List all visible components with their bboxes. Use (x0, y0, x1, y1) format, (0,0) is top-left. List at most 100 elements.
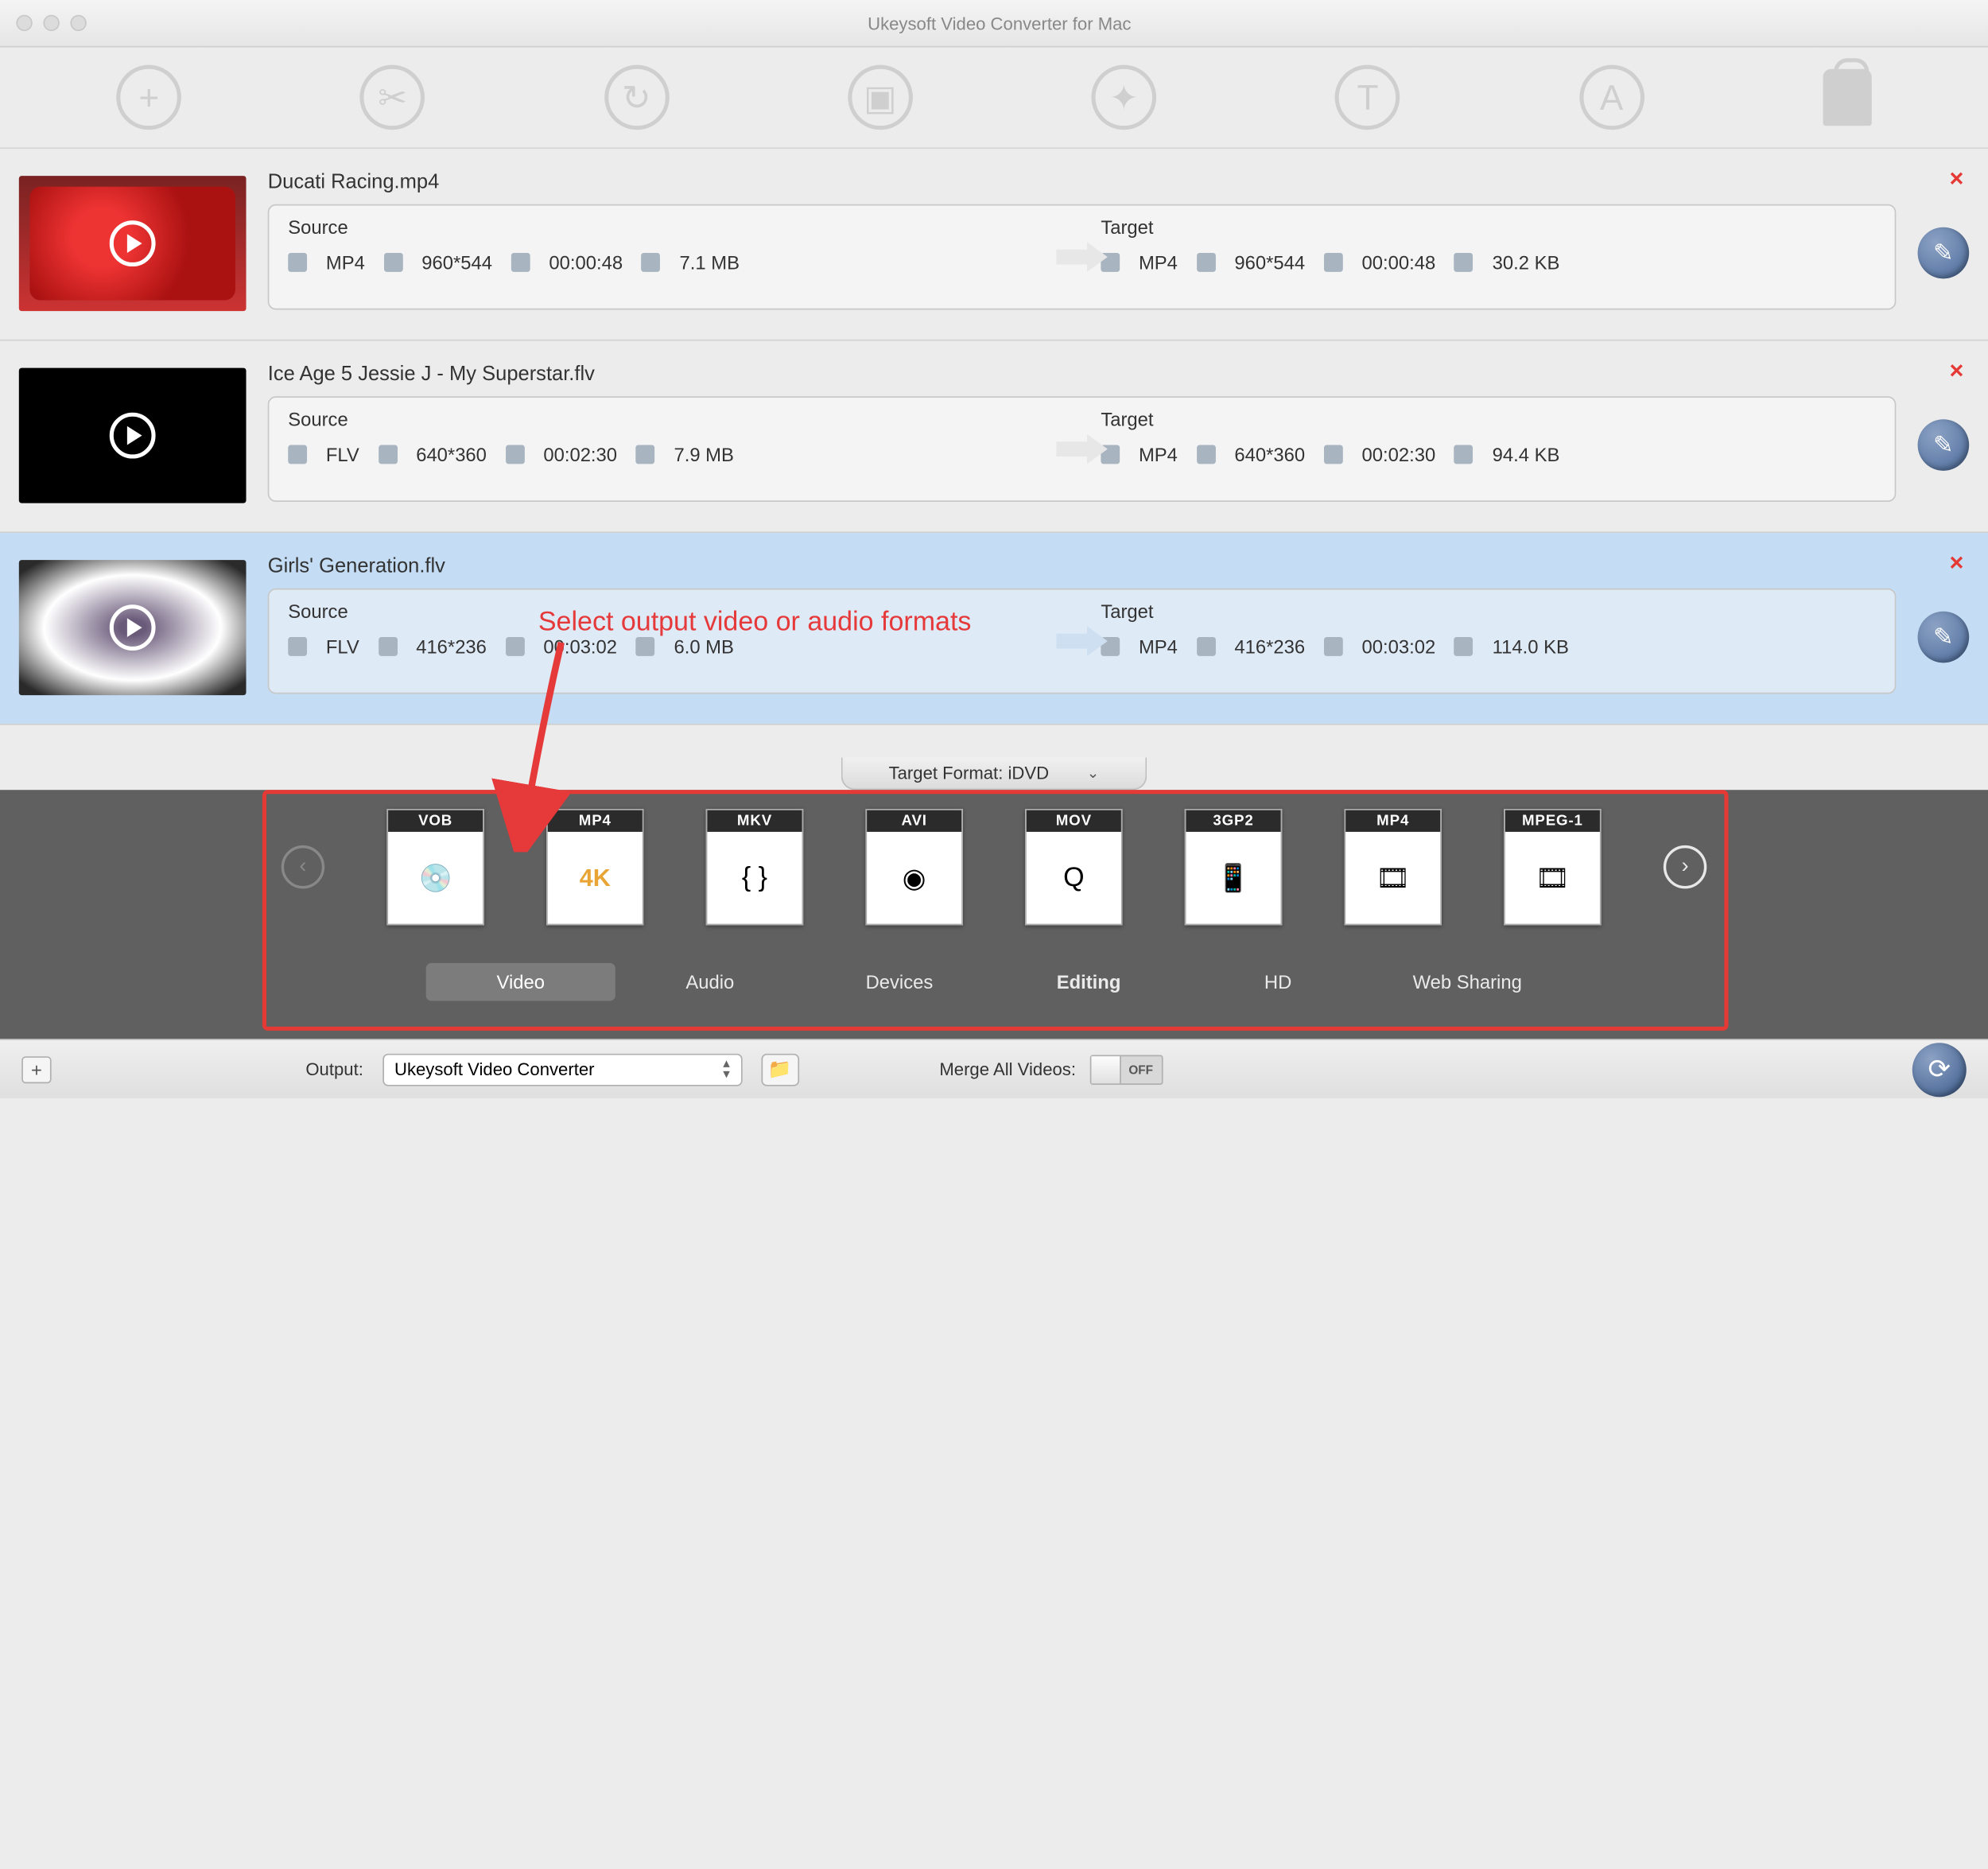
edit-video-button[interactable] (1918, 612, 1970, 663)
text-button[interactable]: T (1335, 65, 1400, 130)
remove-video-button[interactable]: × (1950, 357, 1964, 386)
minimize-window-icon[interactable] (43, 15, 59, 31)
play-icon[interactable] (110, 220, 156, 266)
video-thumbnail[interactable] (19, 368, 247, 503)
app-title: Ukeysoft Video Converter for Mac (87, 13, 1988, 33)
duration-icon (506, 637, 525, 656)
format-code-label: AVI (867, 810, 961, 832)
close-window-icon[interactable] (16, 15, 32, 31)
format-option-mp4[interactable]: MP4 🎞 (1344, 809, 1441, 925)
target-format-label: Target Format: iDVD (889, 763, 1050, 783)
play-icon[interactable] (110, 604, 156, 651)
remove-video-button[interactable]: × (1950, 549, 1964, 577)
window-controls[interactable] (0, 15, 87, 31)
resolution-icon (379, 637, 398, 656)
format-tab-video[interactable]: Video (426, 963, 615, 1001)
size-icon (642, 253, 661, 272)
format-icon (288, 637, 307, 656)
store-icon[interactable] (1823, 69, 1871, 126)
target-heading: Target (1101, 216, 1875, 238)
merge-all-toggle[interactable]: OFF (1089, 1055, 1163, 1084)
source-stats: MP4 960*544 00:00:48 7.1 MB (288, 251, 1062, 273)
output-path-value: Ukeysoft Video Converter (394, 1059, 595, 1080)
format-icon (288, 445, 307, 464)
video-list: Ducati Racing.mp4 Source MP4 960*544 00:… (0, 149, 1988, 757)
target-format-bar: Target Format: iDVD ⌄ (0, 757, 1988, 790)
format-tab-editing[interactable]: Editing (994, 963, 1183, 1001)
main-toolbar: + ✂ ↻ ▣ ✦ T A (0, 48, 1988, 150)
bottom-bar: + Output: Ukeysoft Video Converter ▴▾ 📁 … (0, 1039, 1988, 1098)
format-option-3gp2[interactable]: 3GP2 📱 (1185, 809, 1282, 925)
format-sub-icon: 🎞 (1376, 832, 1410, 924)
format-option-vob[interactable]: VOB 💿 (386, 809, 483, 925)
output-label: Output: (305, 1059, 363, 1080)
chevron-down-icon: ⌄ (1087, 764, 1100, 782)
edit-video-button[interactable] (1918, 419, 1970, 471)
resolution-icon (384, 253, 403, 272)
duration-icon (1324, 637, 1343, 656)
video-row[interactable]: Ice Age 5 Jessie J - My Superstar.flv So… (0, 341, 1988, 533)
format-panel: ‹ VOB 💿 MP4 4K MKV { } AVI ◉ MOV Q 3GP2 📱 MP4 … (0, 790, 1988, 1039)
duration-icon (511, 253, 530, 272)
add-button[interactable]: + (116, 65, 181, 130)
open-output-folder-button[interactable]: 📁 (761, 1053, 799, 1086)
format-tab-audio[interactable]: Audio (615, 963, 805, 1001)
crop-button[interactable]: ▣ (848, 65, 913, 130)
source-stats: FLV 416*236 00:03:02 6.0 MB (288, 635, 1062, 657)
format-sub-icon: 🎞 (1536, 832, 1570, 924)
video-info-box: Source MP4 960*544 00:00:48 7.1 MB Targe… (268, 204, 1897, 310)
format-carousel: ‹ VOB 💿 MP4 4K MKV { } AVI ◉ MOV Q 3GP2 📱 MP4 … (0, 809, 1988, 925)
size-icon (636, 445, 655, 464)
source-heading: Source (288, 600, 1062, 622)
titlebar: Ukeysoft Video Converter for Mac (0, 0, 1988, 48)
format-icon (288, 253, 307, 272)
video-row[interactable]: Ducati Racing.mp4 Source MP4 960*544 00:… (0, 149, 1988, 340)
edit-video-button[interactable] (1918, 227, 1970, 279)
cut-button[interactable]: ✂ (360, 65, 425, 130)
remove-video-button[interactable]: × (1950, 165, 1964, 193)
video-row[interactable]: Girls' Generation.flv Source FLV 416*236… (0, 533, 1988, 725)
resolution-icon (1197, 445, 1216, 464)
duration-icon (506, 445, 525, 464)
format-code-label: MOV (1027, 810, 1121, 832)
target-heading: Target (1101, 409, 1875, 430)
video-thumbnail[interactable] (19, 176, 247, 311)
video-info-box: Source FLV 416*236 00:03:02 6.0 MB Targe… (268, 589, 1897, 694)
format-prev-button[interactable]: ‹ (282, 845, 324, 888)
format-tab-web-sharing[interactable]: Web Sharing (1373, 963, 1562, 1001)
rotate-button[interactable]: ↻ (604, 65, 670, 130)
target-stats: MP4 960*544 00:00:48 30.2 KB (1101, 251, 1875, 273)
format-code-label: MKV (707, 810, 802, 832)
target-heading: Target (1101, 600, 1875, 622)
format-code-label: MPEG-1 (1505, 810, 1600, 832)
format-option-avi[interactable]: AVI ◉ (865, 809, 962, 925)
format-option-mov[interactable]: MOV Q (1025, 809, 1122, 925)
play-icon[interactable] (110, 413, 156, 459)
resolution-icon (1197, 253, 1216, 272)
format-tab-devices[interactable]: Devices (805, 963, 994, 1001)
source-heading: Source (288, 409, 1062, 430)
format-tab-hd[interactable]: HD (1183, 963, 1373, 1001)
format-option-mp4[interactable]: MP4 4K (546, 809, 643, 925)
size-icon (636, 637, 655, 656)
video-filename: Girls' Generation.flv (268, 554, 1897, 577)
video-thumbnail[interactable] (19, 560, 247, 695)
size-icon (1454, 445, 1474, 464)
format-option-mpeg-1[interactable]: MPEG-1 🎞 (1504, 809, 1601, 925)
select-stepper-icon: ▴▾ (723, 1059, 730, 1080)
target-stats: MP4 640*360 00:02:30 94.4 KB (1101, 444, 1875, 465)
effects-button[interactable]: ✦ (1092, 65, 1157, 130)
video-filename: Ice Age 5 Jessie J - My Superstar.flv (268, 363, 1897, 386)
add-output-button[interactable]: + (21, 1055, 51, 1082)
output-path-select[interactable]: Ukeysoft Video Converter ▴▾ (382, 1053, 742, 1086)
auto-button[interactable]: A (1579, 65, 1644, 130)
format-option-mkv[interactable]: MKV { } (706, 809, 803, 925)
target-format-toggle[interactable]: Target Format: iDVD ⌄ (841, 757, 1147, 790)
duration-icon (1324, 445, 1343, 464)
target-stats: MP4 416*236 00:03:02 114.0 KB (1101, 635, 1875, 657)
zoom-window-icon[interactable] (70, 15, 86, 31)
format-code-label: VOB (388, 810, 483, 832)
convert-button[interactable]: ⟳ (1912, 1042, 1967, 1096)
format-next-button[interactable]: › (1664, 845, 1706, 888)
format-sub-icon: Q (1063, 832, 1084, 924)
